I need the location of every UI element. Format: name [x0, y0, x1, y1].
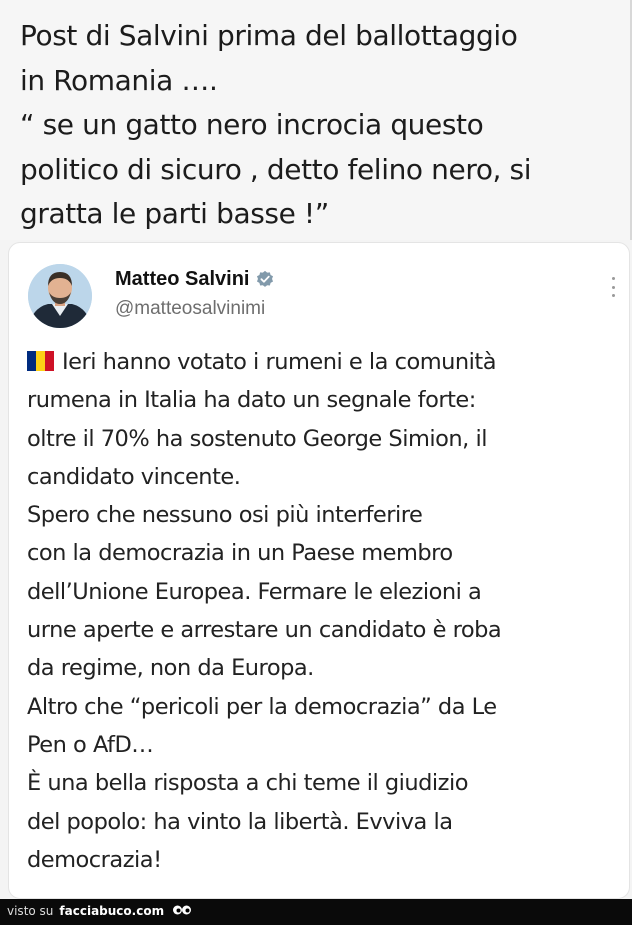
tweet-line: del popolo: ha vinto la libertà. Evviva …: [27, 808, 453, 835]
avatar[interactable]: [28, 264, 92, 328]
tweet-line: Pen o AfD…: [27, 731, 154, 758]
tweet-line: candidato vincente.: [27, 463, 241, 490]
tweet-line: Ieri hanno votato i rumeni e la comunità: [27, 343, 617, 381]
verified-badge-icon: [257, 270, 274, 287]
avatar-portrait-icon: [28, 264, 92, 328]
tweet-body: Ieri hanno votato i rumeni e la comunità…: [27, 343, 617, 879]
tweet-line: oltre il 70% ha sostenuto George Simion,…: [27, 425, 487, 452]
tweet-line-text: Ieri hanno votato i rumeni e la comunità: [62, 349, 497, 375]
tweet-line: Altro che “pericoli per la democrazia” d…: [27, 693, 497, 720]
tweet-line: da regime, non da Europa.: [27, 655, 314, 682]
caption-line: in Romania ….: [20, 63, 218, 97]
caption-line: “ se un gatto nero incrocia questo: [20, 108, 484, 141]
author-row: Matteo Salvini: [115, 265, 274, 293]
tweet-line: democrazia!: [27, 846, 162, 873]
caption-area: Post di Salvini prima del ballottaggio i…: [0, 0, 632, 240]
caption-line: Post di Salvini prima del ballottaggio: [20, 19, 518, 52]
tweet-line: dell’Unione Europea. Fermare le elezioni…: [27, 578, 482, 605]
tweet-line: rumena in Italia ha dato un segnale fort…: [27, 387, 476, 414]
author-handle[interactable]: @matteosalvinimi: [115, 298, 265, 320]
tweet-line: Spero che nessuno osi più interferire: [27, 502, 423, 529]
tweet-line: urne aperte e arrestare un candidato è r…: [27, 617, 502, 644]
caption-line: gratta le parti basse !”: [20, 197, 329, 230]
tweet-line: È una bella risposta a chi teme il giudi…: [27, 770, 469, 797]
more-options-icon[interactable]: [611, 277, 615, 297]
watermark[interactable]: visto su facciabuco.com: [7, 904, 192, 918]
caption-text: Post di Salvini prima del ballottaggio i…: [20, 14, 620, 237]
romania-flag-icon: [27, 351, 54, 371]
watermark-bar: visto su facciabuco.com: [0, 899, 632, 925]
watermark-site: facciabuco.com: [59, 904, 165, 918]
eyes-logo-icon: [172, 905, 191, 915]
tweet-line: con la democrazia in un Paese membro: [27, 540, 453, 567]
watermark-prefix: visto su: [7, 904, 54, 918]
caption-line: politico di sicuro , detto felino nero, …: [20, 152, 532, 186]
author-name[interactable]: Matteo Salvini: [115, 268, 249, 291]
tweet-card: Matteo Salvini @matteosalvinimi Ieri han…: [8, 242, 630, 899]
